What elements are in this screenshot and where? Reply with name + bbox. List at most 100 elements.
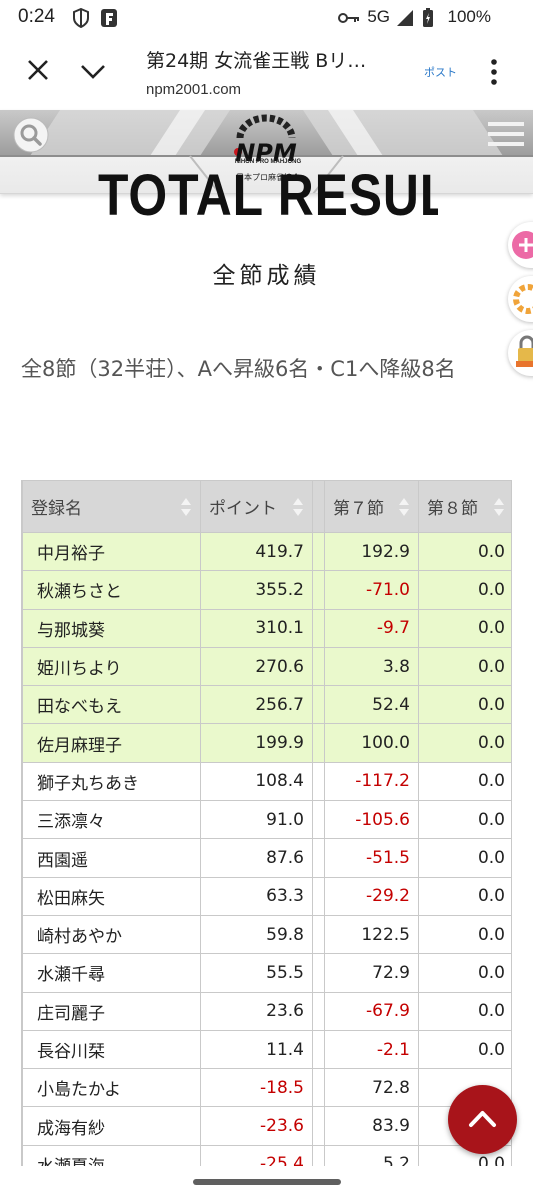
cell-round8: 0.0 — [418, 570, 511, 610]
cell-round8: 0.0 — [418, 838, 511, 878]
cell-round7: -2.1 — [324, 1029, 419, 1070]
side-ad-button[interactable] — [508, 330, 533, 376]
cell-name: 姫川ちより — [22, 646, 201, 687]
cell-round8: 0.0 — [418, 914, 511, 955]
column-header-hidden — [312, 480, 325, 533]
cell-points: 23.6 — [200, 991, 313, 1031]
column-header-round8[interactable]: 第８節 — [418, 480, 511, 533]
cell-round8: 0.0 — [418, 800, 511, 840]
app-f-icon — [101, 9, 117, 27]
shield-icon — [73, 8, 89, 28]
status-bar: 0:24 5G 100% — [0, 0, 533, 36]
cell-gap — [312, 1029, 325, 1070]
cell-gap — [312, 838, 325, 878]
table-row: 成海有紗 -23.6 83.9 — [22, 1106, 511, 1146]
column-header-points[interactable]: ポイント — [200, 480, 313, 533]
battery-label: 100% — [447, 7, 491, 26]
cell-points: -18.5 — [200, 1068, 313, 1108]
cell-name: 水瀬千尋 — [22, 953, 201, 993]
logo-subtitle: NIHON PRO MAHJONG — [234, 159, 302, 165]
cell-round7: 72.9 — [324, 953, 419, 993]
cell-round7: 192.9 — [324, 531, 419, 572]
cell-round8: 0.0 — [418, 761, 511, 802]
table-row: 田なべもえ 256.7 52.4 0.0 — [22, 685, 511, 725]
cell-points: -25.4 — [200, 1144, 313, 1166]
cell-round7: 100.0 — [324, 723, 419, 763]
search-icon[interactable] — [12, 116, 50, 154]
cell-gap — [312, 1106, 325, 1146]
cell-round7: -29.2 — [324, 876, 419, 916]
cell-round8: 0.0 — [418, 531, 511, 572]
cell-points: 87.6 — [200, 838, 313, 878]
scroll-to-top-button[interactable] — [448, 1085, 517, 1154]
pink-plus-icon — [512, 231, 533, 259]
cell-gap — [312, 531, 325, 572]
home-gesture-handle[interactable] — [193, 1179, 341, 1185]
table-row: 三添凛々 91.0 -105.6 0.0 — [22, 800, 511, 840]
post-button[interactable]: ポスト — [424, 64, 457, 80]
close-icon[interactable] — [26, 58, 50, 82]
cell-name: 小島たかよ — [22, 1068, 201, 1108]
side-share-button[interactable] — [508, 222, 533, 268]
table-row: 庄司麗子 23.6 -67.9 0.0 — [22, 991, 511, 1031]
column-header-round7[interactable]: 第７節 — [324, 480, 419, 533]
table-row: 姫川ちより 270.6 3.8 0.0 — [22, 646, 511, 687]
cell-points: -23.6 — [200, 1106, 313, 1146]
key-icon — [338, 13, 359, 23]
cell-round7: -9.7 — [324, 608, 419, 648]
section-subtitle: 全節成績 — [212, 263, 321, 289]
cell-gap — [312, 1068, 325, 1108]
cell-gap — [312, 761, 325, 802]
cell-points: 63.3 — [200, 876, 313, 916]
standings-table[interactable]: 登録名 ポイント 第７節 第８節 中月裕子 419.7 192.9 0.0 秋瀬… — [21, 480, 512, 1166]
cell-points: 59.8 — [200, 914, 313, 955]
cell-gap — [312, 914, 325, 955]
battery-icon — [423, 8, 433, 27]
table-row: 与那城葵 310.1 -9.7 0.0 — [22, 608, 511, 648]
table-row: 佐月麻理子 199.9 100.0 0.0 — [22, 723, 511, 763]
cell-gap — [312, 646, 325, 687]
cell-name: 崎村あやか — [22, 914, 201, 955]
table-row: 中月裕子 419.7 192.9 0.0 — [22, 531, 511, 572]
sort-arrows-icon — [293, 498, 303, 516]
sort-arrows-icon — [399, 498, 409, 516]
cell-points: 91.0 — [200, 800, 313, 840]
browser-header: 第24期 女流雀王戦 Bリ… npm2001.com ポスト — [0, 36, 533, 110]
table-header-row: 登録名 ポイント 第７節 第８節 — [22, 480, 511, 533]
hamburger-menu-icon[interactable] — [488, 118, 524, 150]
cell-gap — [312, 991, 325, 1031]
side-gear-button[interactable] — [508, 276, 533, 322]
cell-round8: 0.0 — [418, 1029, 511, 1070]
table-row: 小島たかよ -18.5 72.8 — [22, 1068, 511, 1108]
more-menu-icon[interactable] — [490, 58, 498, 86]
cell-points: 310.1 — [200, 608, 313, 648]
table-row: 秋瀬ちさと 355.2 -71.0 0.0 — [22, 570, 511, 610]
gesture-bar — [0, 1168, 533, 1200]
cell-round7: 52.4 — [324, 685, 419, 725]
cell-name: 成海有紗 — [22, 1106, 201, 1146]
cell-gap — [312, 608, 325, 648]
cell-gap — [312, 953, 325, 993]
cell-round8: 0.0 — [418, 685, 511, 725]
chevron-down-icon[interactable] — [80, 62, 106, 80]
cell-round7: -51.5 — [324, 838, 419, 878]
lock-icon — [516, 335, 533, 367]
page-title: 第24期 女流雀王戦 Bリ… — [146, 50, 367, 72]
cell-gap — [312, 1144, 325, 1166]
cell-round7: -71.0 — [324, 570, 419, 610]
cell-points: 199.9 — [200, 723, 313, 763]
table-row: 獅子丸ちあき 108.4 -117.2 0.0 — [22, 761, 511, 802]
cell-name: 西園遥 — [22, 838, 201, 878]
cell-points: 270.6 — [200, 646, 313, 687]
network-label: 5G — [367, 7, 390, 26]
league-description: 全8節（32半荘）、Aへ昇級6名・C1へ降級8名 — [21, 357, 456, 381]
cell-gap — [312, 723, 325, 763]
signal-icon — [397, 10, 413, 26]
column-header-name[interactable]: 登録名 — [22, 480, 201, 533]
table-row: 水瀬夏海 -25.4 5.2 0.0 — [22, 1144, 511, 1166]
cell-points: 108.4 — [200, 761, 313, 802]
table-row: 水瀬千尋 55.5 72.9 0.0 — [22, 953, 511, 993]
cell-name: 田なべもえ — [22, 685, 201, 725]
cell-name: 中月裕子 — [22, 531, 201, 572]
cell-gap — [312, 570, 325, 610]
